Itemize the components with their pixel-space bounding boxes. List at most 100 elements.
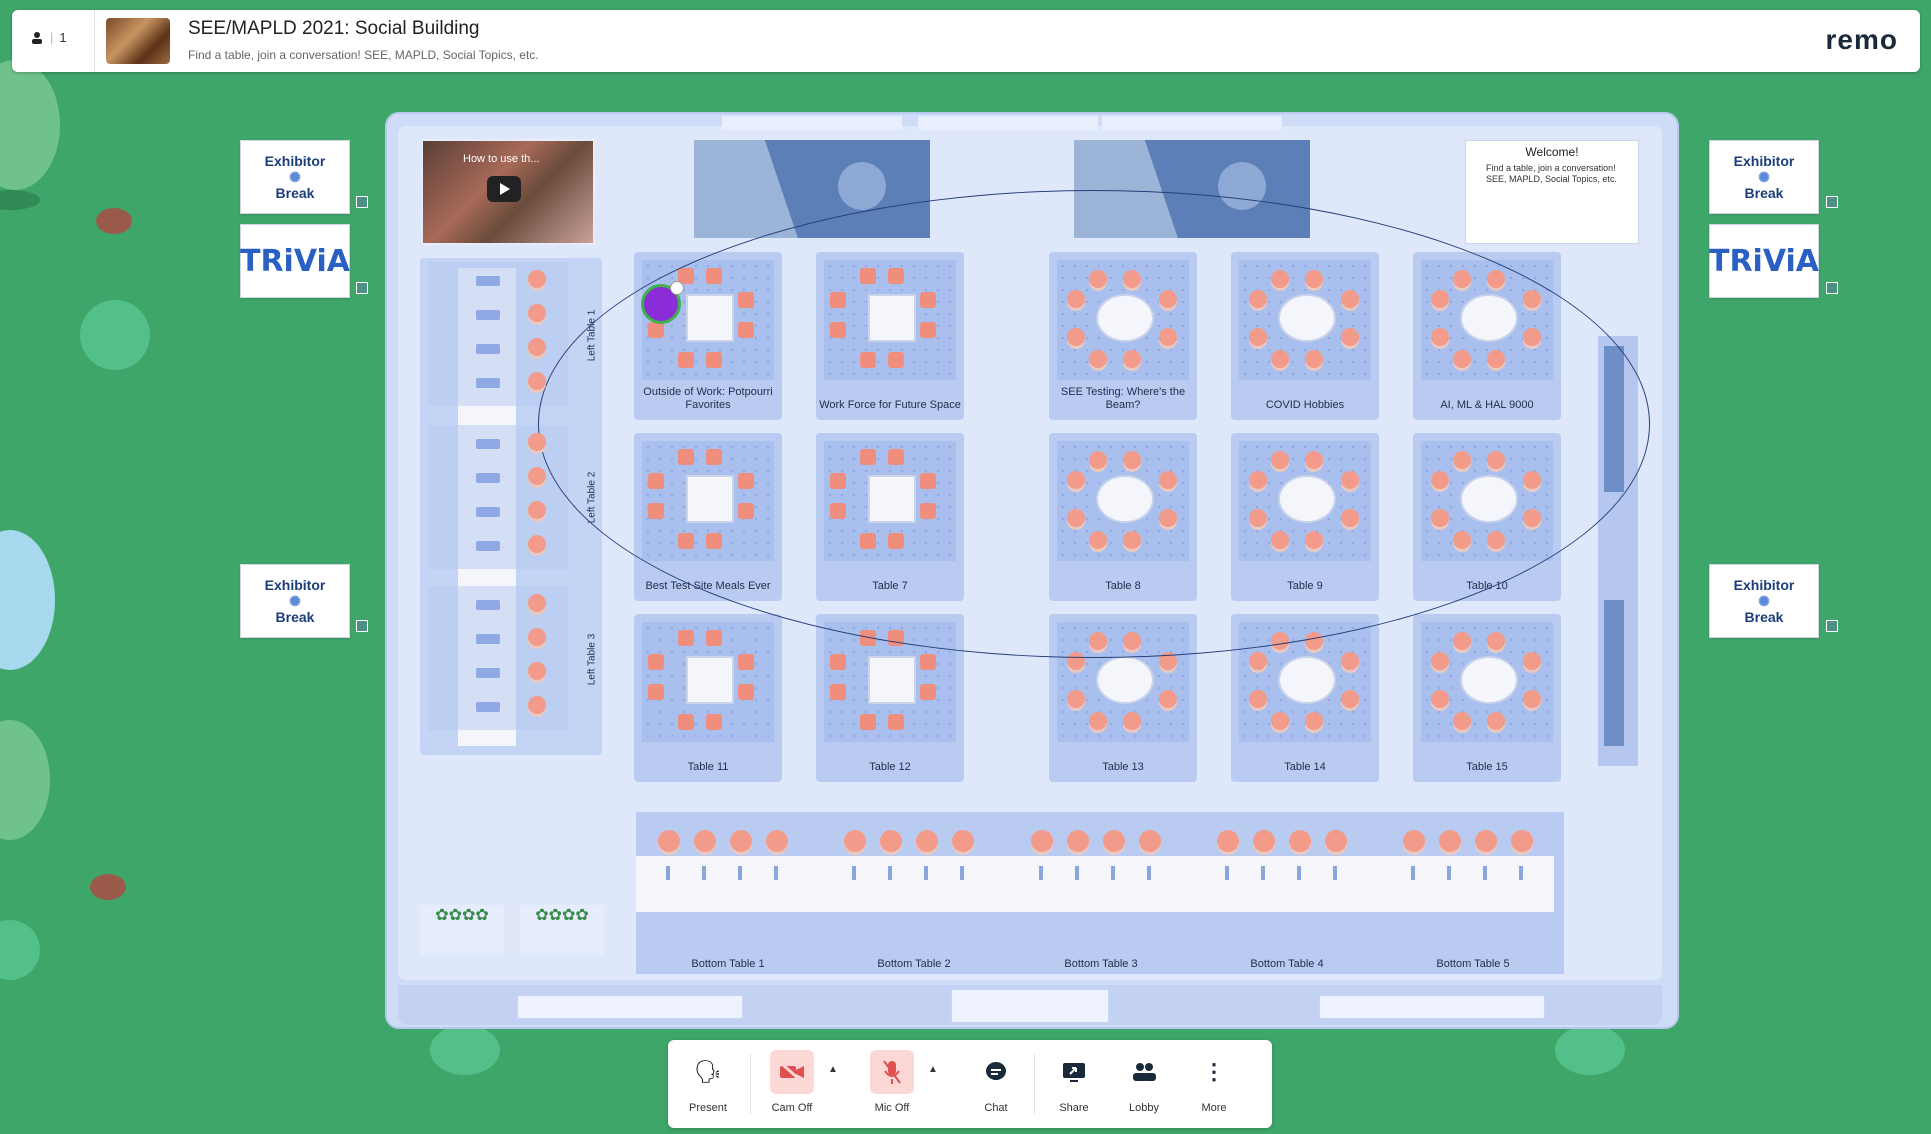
seat[interactable] [528,372,546,390]
seat[interactable] [648,684,664,700]
bottom-bar-counter[interactable] [636,856,1554,912]
seat[interactable] [528,628,546,646]
welcome-note[interactable]: Welcome! Find a table, join a conversati… [1465,140,1639,244]
seat[interactable] [528,662,546,680]
seat[interactable] [888,714,904,730]
seat[interactable] [730,830,752,852]
seat[interactable] [1439,830,1461,852]
seat[interactable] [738,654,754,670]
mic-options-caret-icon[interactable]: ▲ [928,1064,938,1075]
seat[interactable] [1431,690,1449,708]
seat[interactable] [1403,830,1425,852]
exhibitor-break-panel[interactable]: Exhibitor ✺ Break [240,140,350,214]
more-button[interactable]: ⋮ More [1188,1050,1240,1114]
play-icon[interactable] [487,176,521,202]
exhibitor-break-panel[interactable]: Exhibitor ✺ Break [1709,140,1819,214]
seat[interactable] [1271,712,1289,730]
exhibitor-break-panel[interactable]: Exhibitor ✺ Break [240,564,350,638]
attendee-count[interactable]: | 1 [30,30,67,45]
seat[interactable] [1453,712,1471,730]
seat[interactable] [920,654,936,670]
seat[interactable] [1067,830,1089,852]
seat[interactable] [1523,652,1541,670]
seat[interactable] [706,714,722,730]
expand-icon[interactable] [1826,196,1838,208]
seat[interactable] [1253,830,1275,852]
chat-button[interactable]: Chat [970,1050,1022,1114]
seat[interactable] [920,684,936,700]
seat[interactable] [1523,690,1541,708]
seat[interactable] [1139,830,1161,852]
seat[interactable] [528,304,546,322]
trivia-panel[interactable]: TRiViA [240,224,350,298]
seat[interactable] [952,830,974,852]
lobby-button[interactable]: Lobby [1118,1050,1170,1114]
seat[interactable] [1159,690,1177,708]
seat[interactable] [1089,712,1107,730]
right-bar-counter [1604,600,1624,746]
seat[interactable] [1487,712,1505,730]
seat[interactable] [1249,652,1267,670]
seat[interactable] [1305,712,1323,730]
glass-icon [1297,866,1301,880]
expand-icon[interactable] [356,282,368,294]
seat[interactable] [658,830,680,852]
table-11[interactable]: Table 11 [634,614,782,782]
seat[interactable] [1325,830,1347,852]
top-bar: | 1 SEE/MAPLD 2021: Social Building Find… [12,10,1920,72]
seat[interactable] [648,654,664,670]
seat[interactable] [678,714,694,730]
seat[interactable] [738,684,754,700]
glass-icon [1333,866,1337,880]
seat[interactable] [528,594,546,612]
seat[interactable] [528,467,546,485]
seat[interactable] [1511,830,1533,852]
seat[interactable] [694,830,716,852]
seat[interactable] [1453,632,1471,650]
seat[interactable] [1217,830,1239,852]
expand-icon[interactable] [356,196,368,208]
seat[interactable] [1341,652,1359,670]
expand-icon[interactable] [1826,620,1838,632]
seat[interactable] [706,630,722,646]
cam-off-button[interactable]: Cam Off [766,1050,818,1114]
seat[interactable] [1431,652,1449,670]
table-label: Table 15 [1466,761,1508,773]
seat[interactable] [528,696,546,714]
seat[interactable] [1249,690,1267,708]
seat[interactable] [1103,830,1125,852]
trivia-panel[interactable]: TRiViA [1709,224,1819,298]
present-button[interactable]: 🗣 Present [682,1050,734,1114]
share-button[interactable]: Share [1048,1050,1100,1114]
seat[interactable] [1341,690,1359,708]
seat[interactable] [1487,632,1505,650]
seat[interactable] [766,830,788,852]
expand-icon[interactable] [1826,282,1838,294]
exhibitor-break-panel[interactable]: Exhibitor ✺ Break [1709,564,1819,638]
table-label: Table 13 [1102,761,1144,773]
seat[interactable] [528,501,546,519]
seat[interactable] [1067,690,1085,708]
seat[interactable] [678,630,694,646]
seat[interactable] [528,433,546,451]
seat[interactable] [528,338,546,356]
seat[interactable] [1475,830,1497,852]
expand-icon[interactable] [356,620,368,632]
table-15[interactable]: Table 15 [1413,614,1561,782]
seat[interactable] [528,535,546,553]
glass-icon [1447,866,1451,880]
seat[interactable] [528,270,546,288]
seat[interactable] [1031,830,1053,852]
seat[interactable] [1123,712,1141,730]
seat[interactable] [880,830,902,852]
glass-icon [1147,866,1151,880]
seat[interactable] [916,830,938,852]
trivia-label: TRiViA [239,243,351,279]
seat[interactable] [844,830,866,852]
seat[interactable] [830,654,846,670]
mic-off-button[interactable]: Mic Off [866,1050,918,1114]
seat[interactable] [860,714,876,730]
seat[interactable] [830,684,846,700]
cam-options-caret-icon[interactable]: ▲ [828,1064,838,1075]
seat[interactable] [1289,830,1311,852]
